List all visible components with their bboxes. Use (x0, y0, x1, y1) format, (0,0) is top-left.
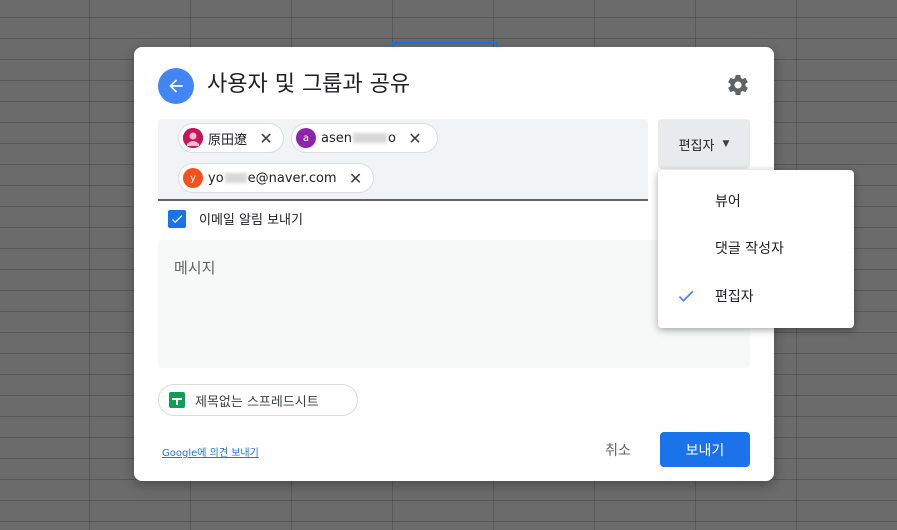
recipients-input[interactable]: 原田遼 ✕ a asen o ✕ y yo e@naver.com ✕ (158, 119, 648, 201)
menu-item-label: 뷰어 (715, 194, 741, 210)
settings-button[interactable] (724, 71, 752, 99)
gear-icon (728, 75, 748, 95)
message-placeholder: 메시지 (174, 259, 216, 277)
recipient-name: 原田遼 (208, 132, 248, 148)
feedback-link[interactable]: Google에 의견 보내기 (162, 444, 259, 459)
back-button[interactable] (158, 68, 194, 104)
redaction (352, 133, 387, 143)
recipient-chip: a asen o ✕ (291, 123, 438, 153)
check-icon (678, 290, 694, 302)
cancel-button[interactable]: 취소 (590, 433, 646, 467)
close-icon[interactable]: ✕ (255, 127, 277, 149)
notify-checkbox[interactable] (168, 209, 186, 228)
menu-item-label: 댓글 작성자 (715, 241, 784, 257)
close-icon[interactable]: ✕ (404, 127, 426, 149)
role-dropdown-button[interactable]: 편집자 ▼ (658, 119, 750, 169)
close-icon[interactable]: ✕ (345, 167, 367, 189)
caret-down-icon: ▼ (722, 139, 730, 149)
redaction (224, 173, 247, 183)
file-name: 제목없는 스프레드시트 (195, 394, 319, 410)
recipient-name-part: yo (208, 170, 224, 186)
menu-item-commenter[interactable]: 댓글 작성자 (658, 226, 854, 270)
menu-item-label: 편집자 (715, 289, 754, 305)
file-chip[interactable]: 제목없는 스프레드시트 (158, 384, 358, 416)
role-menu: 뷰어 댓글 작성자 편집자 (658, 170, 854, 328)
recipient-chip: 原田遼 ✕ (178, 123, 284, 153)
avatar: a (296, 128, 316, 148)
avatar: y (183, 168, 203, 188)
menu-item-viewer[interactable]: 뷰어 (658, 179, 854, 223)
recipient-name-suffix: e@naver.com (247, 170, 337, 186)
send-button[interactable]: 보내기 (660, 432, 750, 467)
checkbox-checked-icon (171, 214, 183, 223)
recipient-name: yo e@naver.com (208, 171, 337, 186)
sheets-icon (169, 392, 185, 408)
avatar (183, 128, 203, 148)
dialog-title: 사용자 및 그룹과 공유 (207, 72, 411, 97)
arrow-left-icon (169, 79, 183, 93)
person-icon (183, 128, 203, 148)
recipient-name-suffix: o (387, 130, 396, 146)
recipient-chip: y yo e@naver.com ✕ (178, 163, 374, 193)
menu-item-editor[interactable]: 편집자 (658, 274, 854, 318)
recipient-name-part: asen (321, 130, 352, 146)
role-dropdown-label: 편집자 (678, 138, 715, 154)
notify-label: 이메일 알림 보내기 (199, 213, 303, 228)
recipient-name: asen o (321, 131, 396, 146)
notify-option: 이메일 알림 보내기 (168, 209, 303, 228)
